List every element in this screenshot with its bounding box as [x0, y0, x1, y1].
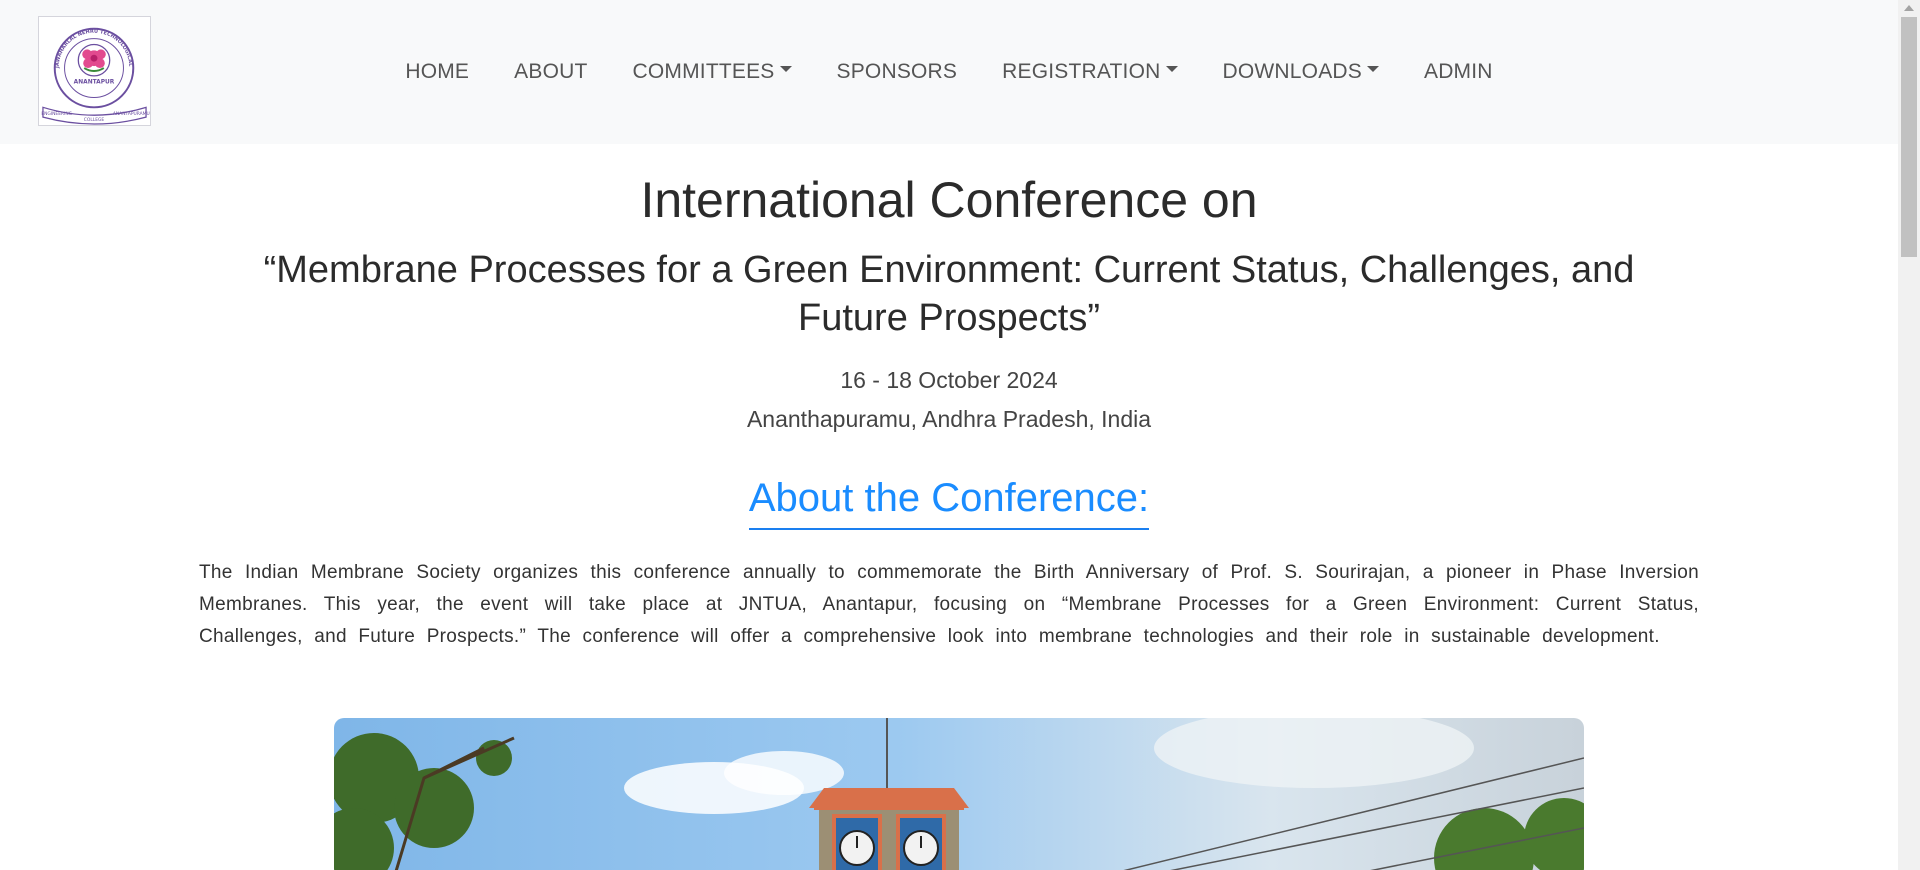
conference-title: International Conference on [640, 172, 1258, 228]
caret-down-icon [1165, 66, 1178, 72]
conference-date: 16 - 18 October 2024 [840, 366, 1058, 393]
nav-admin-label: ADMIN [1423, 60, 1493, 83]
scrollbar-thumb[interactable] [1901, 17, 1917, 257]
caret-down-icon [1366, 66, 1379, 72]
caret-down-icon [779, 66, 792, 72]
nav-committees-dropdown[interactable]: COMMITTEES [610, 60, 814, 84]
about-heading: About the Conference: [748, 474, 1150, 530]
scroll-up-icon[interactable] [1904, 5, 1914, 11]
nav-about[interactable]: ABOUT [492, 60, 610, 84]
nav-about-label: ABOUT [514, 60, 588, 83]
conference-venue: Ananthapuramu, Andhra Pradesh, India [746, 405, 1152, 432]
nav-admin[interactable]: ADMIN [1401, 60, 1515, 84]
clock-tower-photo [334, 718, 1584, 870]
top-navbar: JAWAHARLAL NEHRU TECHNOLOGICAL UNIVERSIT… [0, 0, 1898, 144]
nav-sponsors-label: SPONSORS [836, 60, 958, 83]
nav-downloads-dropdown[interactable]: DOWNLOADS [1200, 60, 1401, 84]
nav-sponsors[interactable]: SPONSORS [814, 60, 980, 84]
nav-home-label: HOME [405, 60, 470, 83]
about-paragraph: The Indian Membrane Society organizes th… [199, 561, 1699, 647]
page: JAWAHARLAL NEHRU TECHNOLOGICAL UNIVERSIT… [0, 0, 1920, 870]
main-menu: HOME ABOUT COMMITTEES SPONSORS REGISTRAT… [0, 0, 1898, 144]
nav-downloads-label: DOWNLOADS [1222, 60, 1362, 83]
nav-registration-dropdown[interactable]: REGISTRATION [980, 60, 1200, 84]
page-scrollbar[interactable] [1898, 0, 1920, 870]
about-heading-wrap: About the Conference: [0, 474, 1898, 530]
nav-committees-label: COMMITTEES [632, 60, 775, 83]
hero-section: International Conference on “Membrane Pr… [0, 144, 1898, 653]
conference-theme: “Membrane Processes for a Green Environm… [263, 248, 1635, 339]
nav-registration-label: REGISTRATION [1002, 60, 1161, 83]
nav-home[interactable]: HOME [383, 60, 492, 84]
photo-illustration [334, 718, 1584, 870]
